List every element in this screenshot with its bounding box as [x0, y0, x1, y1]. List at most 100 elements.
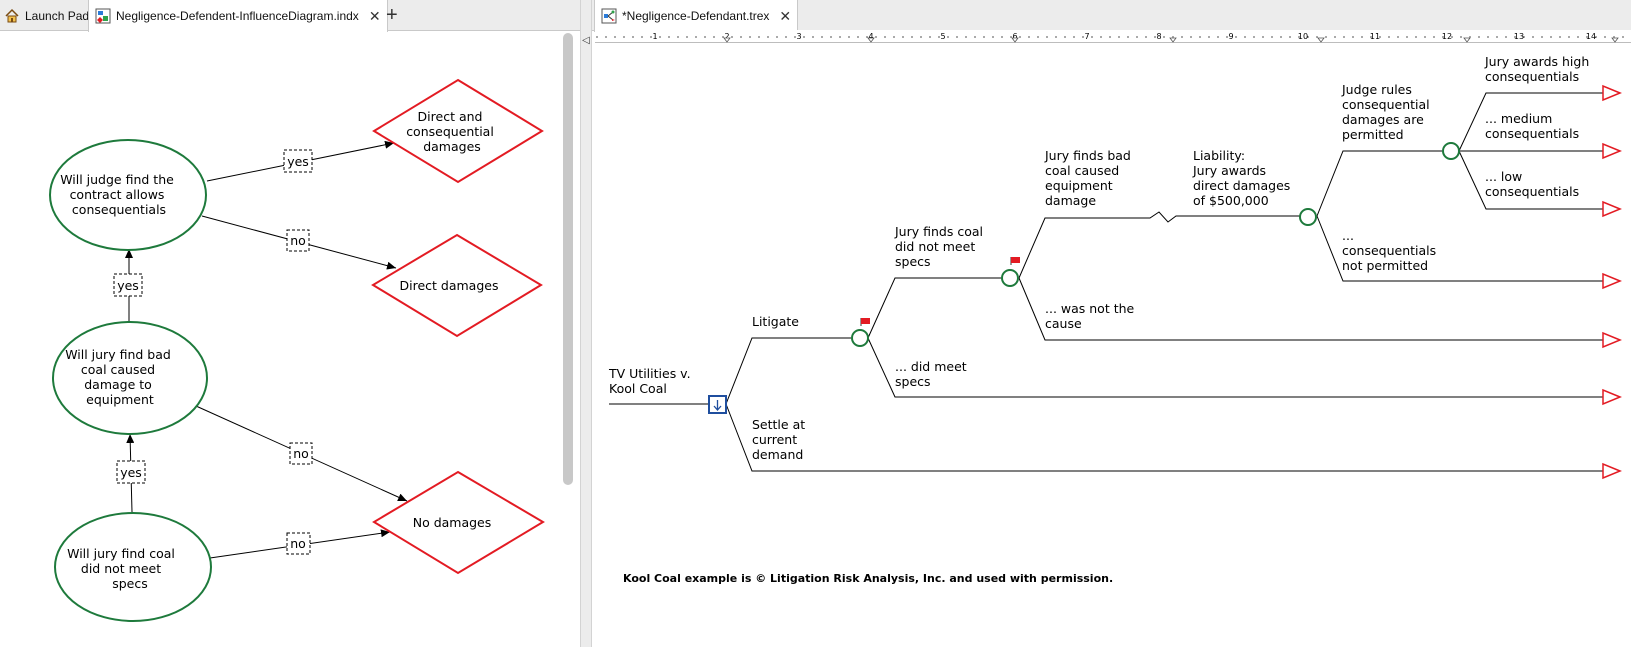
branch-label-medium: ... medium consequentials: [1485, 111, 1579, 141]
decision-node[interactable]: [708, 395, 727, 414]
branch-low[interactable]: [1458, 150, 1620, 210]
diagram-canvas: yes no yes no yes no Will judge find the…: [49, 54, 1622, 622]
node-label-line: Direct and: [418, 109, 483, 124]
branch-label-settle: Settle at current demand: [752, 417, 809, 462]
node-label-line: specs: [112, 576, 148, 591]
label-line: Jury awards: [1192, 163, 1266, 178]
node-label-line: Direct damages: [400, 278, 499, 293]
node-label-line: Will judge find the: [60, 172, 174, 187]
flag-icon: [860, 318, 870, 326]
terminal-node-settle[interactable]: [1602, 462, 1622, 480]
label-line: specs: [895, 374, 931, 389]
label-line: TV Utilities v.: [608, 366, 691, 381]
branch-label-permitted: Judge rules consequential damages are pe…: [1341, 82, 1434, 142]
outcome-node-direct[interactable]: Direct damages: [371, 233, 543, 338]
chance-node-judge[interactable]: Will judge find the contract allows cons…: [49, 139, 207, 251]
chance-node-equipment[interactable]: Will jury find bad coal caused damage to…: [52, 321, 208, 435]
tree-chance-node-amount[interactable]: [1442, 142, 1460, 160]
label-line: Jury finds bad: [1044, 148, 1131, 163]
label-line: direct damages: [1193, 178, 1290, 193]
label-line: consequentials: [1485, 184, 1579, 199]
label-line: demand: [752, 447, 803, 462]
terminal-node-high[interactable]: [1602, 84, 1622, 102]
arc-label-3[interactable]: yes: [113, 273, 143, 297]
label-line: ... medium: [1485, 111, 1552, 126]
terminal-node-did-meet[interactable]: [1602, 388, 1622, 406]
branch-caused[interactable]: [1018, 211, 1300, 279]
arc-label-1[interactable]: yes: [283, 149, 313, 173]
label-line: consequentials: [1485, 69, 1579, 84]
branch-label-did-not-meet: Jury finds coal did not meet specs: [894, 224, 987, 269]
node-label-line: Will jury find bad: [65, 347, 171, 362]
arc-label-4[interactable]: no: [289, 442, 313, 465]
label-line: Litigate: [752, 314, 799, 329]
node-label-line: consequential: [406, 124, 494, 139]
node-label-line: equipment: [86, 392, 154, 407]
arc-label-text: no: [293, 446, 309, 461]
branch-label-low: ... low consequentials: [1485, 169, 1579, 199]
label-line: consequentials: [1485, 126, 1579, 141]
copyright-note: Kool Coal example is © Litigation Risk A…: [623, 572, 1114, 585]
node-label-line: No damages: [413, 515, 492, 530]
outcome-node-no-damages[interactable]: No damages: [372, 470, 545, 575]
label-line: coal caused: [1045, 163, 1119, 178]
arc-label-6[interactable]: no: [286, 532, 311, 555]
label-line: permitted: [1342, 127, 1404, 142]
terminal-node-low[interactable]: [1602, 200, 1622, 218]
label-line: ...: [1342, 228, 1354, 243]
tree-chance-node-permitted[interactable]: [1299, 208, 1317, 226]
tree-chance-node-specs[interactable]: [851, 329, 869, 347]
arc-label-text: yes: [120, 465, 142, 480]
label-line: Judge rules: [1341, 82, 1412, 97]
label-line: ... low: [1485, 169, 1522, 184]
label-line: damages are: [1342, 112, 1424, 127]
arc-label-2[interactable]: no: [286, 229, 310, 252]
outcome-node-direct-consequential[interactable]: Direct and consequential damages: [372, 78, 544, 184]
flag-icon: [1010, 257, 1020, 265]
branch-litigate[interactable]: [725, 337, 851, 405]
tree-root-label: TV Utilities v. Kool Coal: [608, 366, 695, 396]
branch-did-meet[interactable]: [867, 337, 1620, 398]
node-label-line: did not meet: [81, 561, 161, 576]
tree-chance-node-caused[interactable]: [1001, 269, 1019, 287]
branch-label-high: Jury awards high consequentials: [1484, 54, 1593, 84]
arc-label-text: yes: [117, 278, 139, 293]
chance-node-specs[interactable]: Will jury find coal did not meet specs: [54, 512, 212, 622]
branch-label-caused: Jury finds bad coal caused equipment dam…: [1044, 148, 1135, 208]
node-label-line: consequentials: [72, 202, 166, 217]
node-label-line: damages: [423, 139, 481, 154]
arc-label-5[interactable]: yes: [116, 460, 146, 484]
arc-label-text: yes: [287, 154, 309, 169]
branch-settle[interactable]: [725, 403, 1620, 472]
label-line: equipment: [1045, 178, 1113, 193]
arc-label-text: no: [290, 233, 306, 248]
label-line: current: [752, 432, 797, 447]
node-label-line: Will jury find coal: [67, 546, 175, 561]
branch-label-did-meet: ... did meet specs: [895, 359, 971, 389]
branch-label-not-cause: ... was not the cause: [1045, 301, 1138, 331]
label-line: did not meet: [895, 239, 975, 254]
branch-label-litigate: Litigate: [752, 314, 799, 329]
label-line: Settle at: [752, 417, 805, 432]
label-line: ... did meet: [895, 359, 967, 374]
branch-label-not-permitted: ... consequentials not permitted: [1342, 228, 1440, 273]
label-line: Kool Coal: [609, 381, 667, 396]
label-line: damage: [1045, 193, 1096, 208]
terminal-node-medium[interactable]: [1602, 142, 1622, 160]
label-line: ... was not the: [1045, 301, 1135, 316]
node-label-line: coal caused: [81, 362, 155, 377]
terminal-node-not-permitted[interactable]: [1602, 272, 1622, 290]
label-line: cause: [1045, 316, 1082, 331]
arc-label-text: no: [290, 536, 306, 551]
node-label-line: damage to: [84, 377, 152, 392]
branch-label-liability: Liability: Jury awards direct damages of…: [1192, 148, 1294, 208]
branch-permitted[interactable]: [1316, 150, 1443, 217]
label-line: consequentials: [1342, 243, 1436, 258]
label-line: Jury finds coal: [894, 224, 983, 239]
terminal-node-not-cause[interactable]: [1602, 331, 1622, 349]
label-line: of $500,000: [1193, 193, 1269, 208]
label-line: consequential: [1342, 97, 1430, 112]
svg-text:Will judge find the cont: Will judge find the contract allows cons…: [60, 172, 178, 217]
label-line: not permitted: [1342, 258, 1428, 273]
branch-did-not-meet[interactable]: [867, 277, 1002, 339]
